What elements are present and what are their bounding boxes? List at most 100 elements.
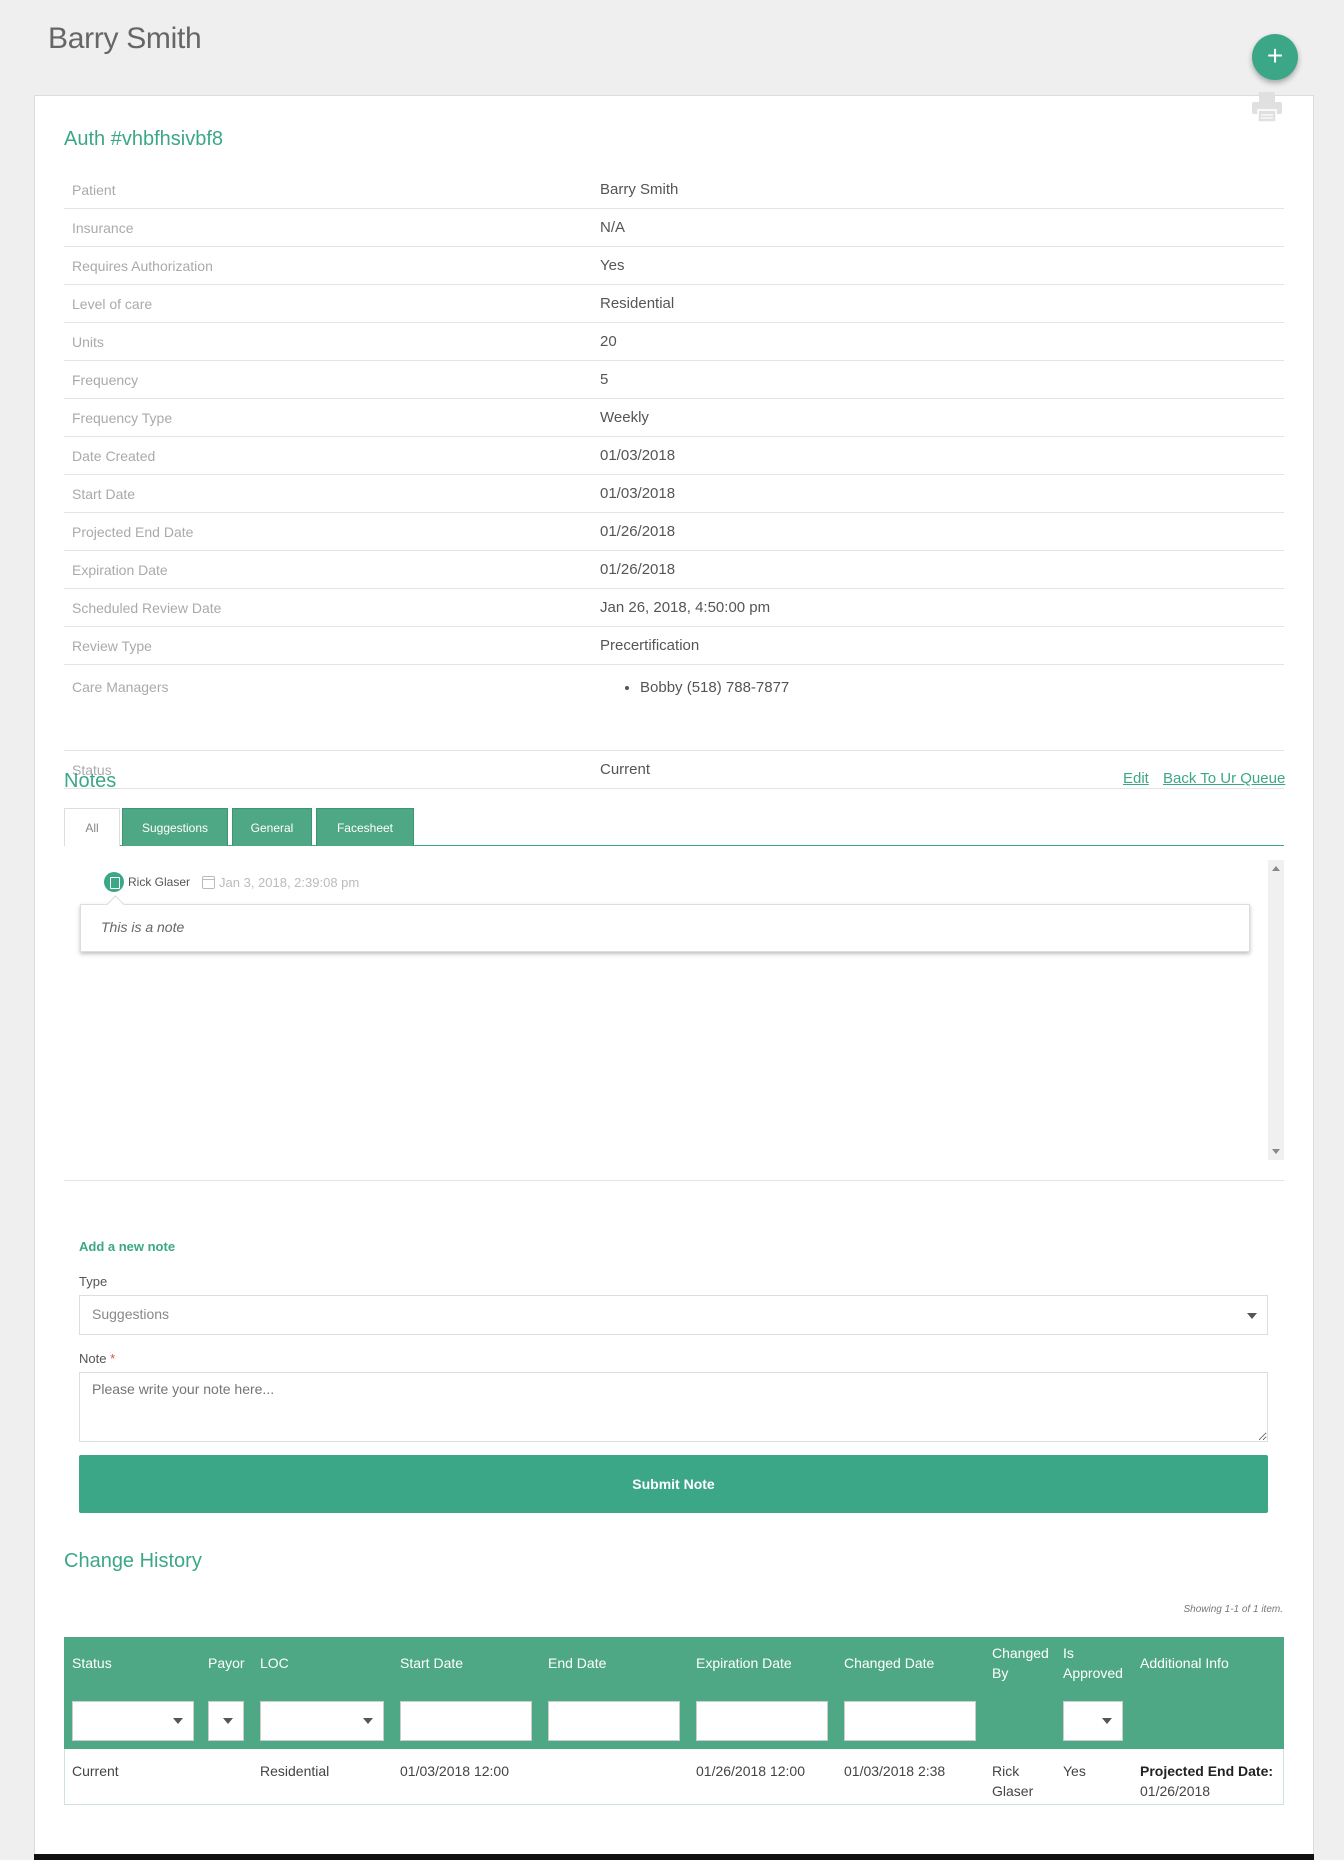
tab-general[interactable]: General [232, 808, 312, 846]
is-approved-filter-select[interactable] [1063, 1701, 1123, 1741]
col-changed-by[interactable]: Changed By [992, 1643, 1052, 1683]
detail-label: Start Date [72, 485, 136, 502]
detail-value: 20 [600, 333, 617, 350]
detail-value: 5 [600, 371, 609, 388]
chevron-down-icon [1247, 1313, 1257, 1319]
detail-value: Bobby (518) 788-7877 [600, 679, 1284, 696]
expiration-date-filter-input[interactable] [696, 1701, 828, 1741]
status-filter-select[interactable] [72, 1701, 194, 1741]
notes-list[interactable]: Rick Glaser Jan 3, 2018, 2:39:08 pm This… [64, 860, 1284, 1160]
scroll-up-icon[interactable] [1272, 866, 1280, 871]
edit-link[interactable]: Edit [1123, 770, 1149, 787]
cell-is-approved: Yes [1063, 1763, 1086, 1779]
note-author: Rick Glaser [128, 875, 191, 889]
note-text: This is a note [80, 904, 1250, 952]
detail-label: Requires Authorization [72, 257, 213, 274]
tab-all[interactable]: All [64, 808, 120, 846]
detail-row-status: Status Current [64, 751, 1284, 789]
notes-title: Notes [64, 770, 117, 792]
detail-value: 01/26/2018 [600, 523, 676, 540]
detail-label: Frequency [72, 371, 139, 388]
type-select[interactable]: Suggestions [79, 1295, 1268, 1335]
col-changed-date[interactable]: Changed Date [844, 1653, 934, 1673]
detail-value: N/A [600, 219, 626, 236]
cell-changed-by: Rick Glaser [992, 1763, 1034, 1799]
add-note-title: Add a new note [79, 1239, 176, 1254]
cell-changed-date: 01/03/2018 2:38 [844, 1763, 946, 1779]
payor-filter-select[interactable] [208, 1701, 244, 1741]
required-mark: * [110, 1351, 116, 1366]
col-loc[interactable]: LOC [260, 1653, 289, 1673]
chevron-down-icon [363, 1718, 373, 1724]
note-label: Note * [79, 1351, 115, 1366]
care-manager-item: Bobby (518) 788-7877 [640, 679, 1284, 696]
notes-tabs: All Suggestions General Facesheet [64, 808, 1284, 846]
cell-expiration-date: 01/26/2018 12:00 [696, 1763, 805, 1779]
additional-info-value: 01/26/2018 [1140, 1783, 1211, 1799]
cell-status: Current [72, 1763, 119, 1779]
detail-label: Review Type [72, 637, 152, 654]
cell-loc: Residential [260, 1763, 330, 1779]
printer-icon[interactable] [1250, 90, 1284, 124]
start-date-filter-input[interactable] [400, 1701, 532, 1741]
calendar-icon [202, 875, 216, 889]
detail-label: Expiration Date [72, 561, 168, 578]
detail-value: Jan 26, 2018, 4:50:00 pm [600, 599, 771, 616]
detail-row-care-managers: Care Managers Bobby (518) 788-7877 [64, 665, 1284, 751]
col-end-date[interactable]: End Date [548, 1653, 606, 1673]
add-button[interactable]: + [1252, 34, 1298, 80]
submit-note-button[interactable]: Submit Note [79, 1455, 1268, 1513]
col-status[interactable]: Status [72, 1653, 112, 1673]
scroll-down-icon[interactable] [1272, 1149, 1280, 1154]
detail-value: Barry Smith [600, 181, 679, 198]
col-expiration-date[interactable]: Expiration Date [696, 1653, 792, 1673]
detail-label: Status [72, 761, 112, 778]
col-is-approved[interactable]: Is Approved [1063, 1643, 1129, 1683]
back-to-queue-link[interactable]: Back To Ur Queue [1163, 770, 1285, 787]
col-start-date[interactable]: Start Date [400, 1653, 463, 1673]
detail-value: Precertification [600, 637, 700, 654]
chevron-down-icon [223, 1718, 233, 1724]
detail-row-projected-end-date: Projected End Date 01/26/2018 [64, 513, 1284, 551]
detail-label: Level of care [72, 295, 153, 312]
col-additional-info[interactable]: Additional Info [1140, 1653, 1229, 1673]
end-date-filter-input[interactable] [548, 1701, 680, 1741]
detail-value: Residential [600, 295, 675, 312]
detail-label: Insurance [72, 219, 134, 236]
cell-additional-info: Projected End Date: 01/26/2018 [1140, 1761, 1273, 1801]
auth-title: Auth #vhbfhsivbf8 [64, 128, 223, 150]
divider [64, 1180, 1284, 1181]
detail-row-patient: Patient Barry Smith [64, 171, 1284, 209]
detail-value: 01/03/2018 [600, 447, 676, 464]
history-table-header: Status Payor LOC Start Date End Date Exp… [64, 1637, 1284, 1749]
detail-label: Care Managers [72, 679, 169, 695]
note-icon [104, 872, 124, 892]
note-date: Jan 3, 2018, 2:39:08 pm [219, 874, 360, 890]
detail-row-frequency: Frequency 5 [64, 361, 1284, 399]
note-meta: Rick Glaser Jan 3, 2018, 2:39:08 pm [104, 872, 359, 892]
footer-bar [34, 1854, 1314, 1860]
change-history-title: Change History [64, 1550, 202, 1572]
type-select-value: Suggestions [92, 1306, 170, 1322]
detail-row-frequency-type: Frequency Type Weekly [64, 399, 1284, 437]
detail-label: Projected End Date [72, 523, 194, 540]
loc-filter-select[interactable] [260, 1701, 384, 1741]
detail-row-date-created: Date Created 01/03/2018 [64, 437, 1284, 475]
detail-row-expiration-date: Expiration Date 01/26/2018 [64, 551, 1284, 589]
note-textarea[interactable] [79, 1372, 1268, 1442]
detail-row-requires-authorization: Requires Authorization Yes [64, 247, 1284, 285]
detail-row-start-date: Start Date 01/03/2018 [64, 475, 1284, 513]
detail-row-units: Units 20 [64, 323, 1284, 361]
page-title: Barry Smith [48, 22, 202, 55]
table-summary: Showing 1-1 of 1 item. [1183, 1604, 1284, 1615]
notes-scrollbar[interactable] [1268, 860, 1284, 1160]
col-payor[interactable]: Payor [208, 1653, 245, 1673]
changed-date-filter-input[interactable] [844, 1701, 976, 1741]
detail-row-level-of-care: Level of care Residential [64, 285, 1284, 323]
detail-value: 01/03/2018 [600, 485, 676, 502]
detail-label: Scheduled Review Date [72, 599, 222, 616]
tab-suggestions[interactable]: Suggestions [122, 808, 228, 846]
type-label: Type [79, 1274, 108, 1289]
additional-info-label: Projected End Date: [1140, 1763, 1274, 1779]
tab-facesheet[interactable]: Facesheet [316, 808, 414, 846]
